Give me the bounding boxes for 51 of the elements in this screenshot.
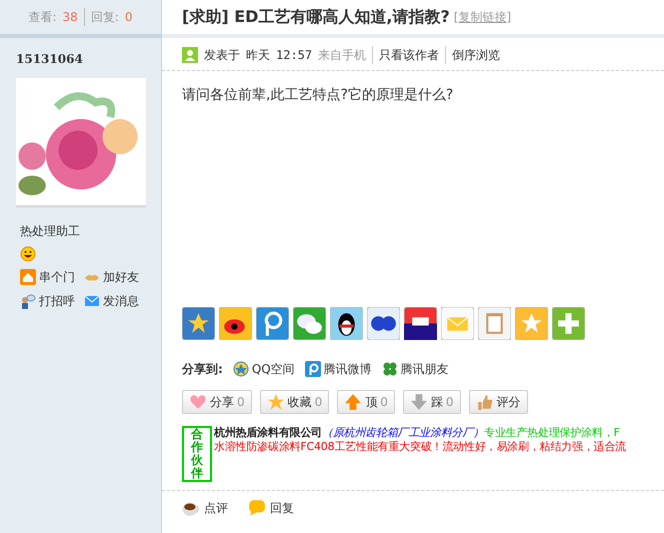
- message-link[interactable]: 发消息: [84, 292, 154, 310]
- post-day: 昨天: [246, 46, 270, 64]
- friends-share-link[interactable]: 腾讯朋友: [382, 360, 449, 378]
- partner-news-line[interactable]: 水溶性防渗碳涂料FC408工艺性能有重大突破！流动性好，易涂刷，粘结力强，适合流: [214, 440, 626, 454]
- qzone-share-link[interactable]: QQ空间: [232, 360, 295, 378]
- star-icon: [266, 393, 285, 411]
- thread-title: [求助] ED工艺有哪高人知道,请指教?: [182, 6, 450, 28]
- comment-link[interactable]: 点评: [182, 499, 228, 517]
- partner-ad-line[interactable]: 杭州热盾涂料有限公司（原杭州齿轮箱厂工业涂料分厂）专业生产热处理保护涂料，F: [214, 426, 626, 440]
- clover-icon: [382, 361, 398, 377]
- star-icon[interactable]: [515, 307, 548, 340]
- eye-icon[interactable]: [219, 307, 252, 340]
- speech-bubble-icon: [248, 499, 266, 517]
- views-label: 查看:: [28, 9, 57, 26]
- post-filter-link[interactable]: 倒序浏览: [445, 46, 500, 64]
- smiley-icon: [20, 246, 36, 262]
- heart-icon: [189, 393, 207, 411]
- share-label: 分享到:: [182, 361, 223, 378]
- plus-icon[interactable]: [552, 307, 585, 340]
- down-arrow-icon: [410, 393, 428, 411]
- circle-p-icon: [304, 361, 321, 377]
- partner-badge: 合作伙伴: [182, 426, 212, 482]
- up-arrow-icon: [344, 393, 362, 411]
- penguin-icon[interactable]: [330, 307, 363, 340]
- up-button[interactable]: 顶 0: [337, 390, 395, 414]
- envelope-icon: [84, 293, 100, 309]
- reply-link[interactable]: 回复: [248, 499, 294, 517]
- author-rank: 热处理助工: [19, 223, 81, 240]
- home-link[interactable]: 串个门: [20, 268, 84, 286]
- post-filter-link[interactable]: 只看该作者: [372, 46, 440, 64]
- down-button[interactable]: 踩 0: [402, 390, 461, 414]
- person-bubble-icon: [20, 293, 36, 309]
- post-body: 请问各位前辈,此工艺特点?它的原理是什么?: [181, 86, 454, 105]
- heart-button[interactable]: 分享 0: [182, 390, 252, 414]
- thumbs-up-icon: [476, 393, 494, 411]
- posted-label: 发表于: [204, 47, 240, 64]
- views-count: 38: [62, 9, 78, 26]
- weibo-share-link[interactable]: 腾讯微博: [304, 360, 372, 378]
- star-icon: [232, 361, 249, 377]
- author-name[interactable]: 15131064: [0, 38, 161, 68]
- friend-link[interactable]: 加好友: [84, 268, 154, 286]
- post-time: 12:57: [276, 47, 312, 64]
- user-icon: [182, 47, 198, 63]
- star-button[interactable]: 收藏 0: [260, 390, 330, 414]
- star-icon[interactable]: [182, 307, 215, 340]
- thumb-button[interactable]: 评分: [468, 390, 528, 414]
- post-source: 来自手机: [318, 47, 366, 64]
- replies-label: 回复:: [84, 8, 119, 26]
- greet-link[interactable]: 打招呼: [20, 292, 84, 310]
- replies-count: 0: [124, 9, 132, 26]
- house-icon: [20, 269, 36, 285]
